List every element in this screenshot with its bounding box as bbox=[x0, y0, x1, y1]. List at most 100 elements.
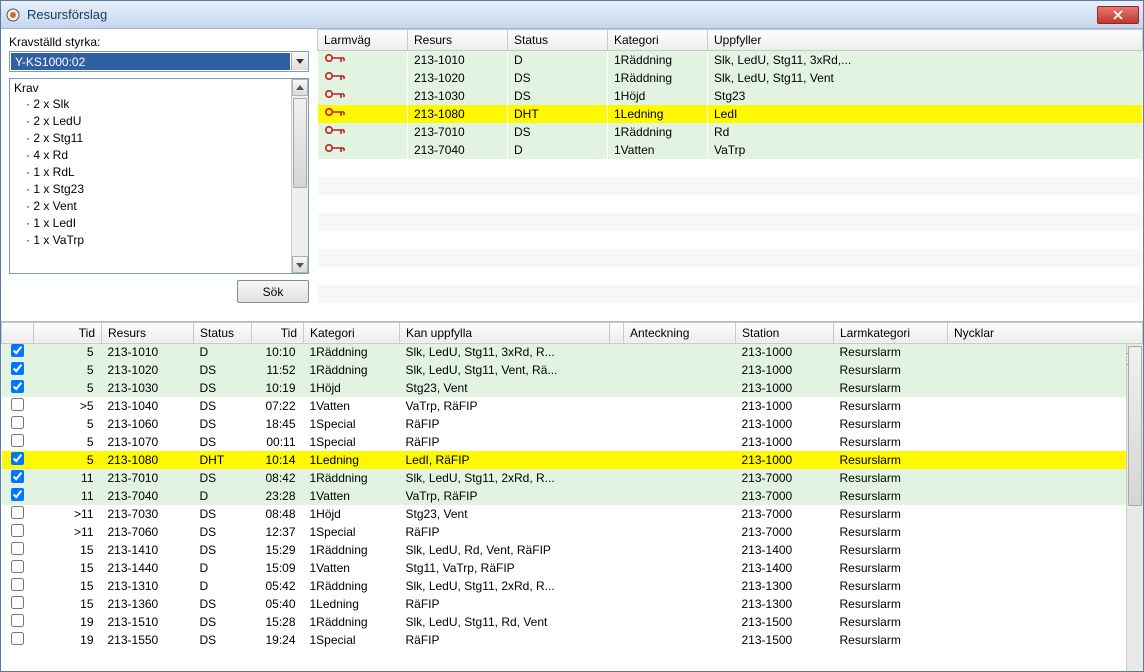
krav-item[interactable]: · 1 x RdL bbox=[14, 164, 287, 181]
column-header[interactable]: Tid bbox=[252, 322, 304, 343]
table-row[interactable]: 5213-1080DHT10:141LedningLedI, RäFIP213-… bbox=[2, 451, 1143, 469]
cell: DS bbox=[194, 595, 252, 613]
row-checkbox[interactable] bbox=[11, 344, 24, 357]
combo-dropdown-button[interactable] bbox=[291, 53, 308, 70]
krav-item[interactable]: · 2 x Stg11 bbox=[14, 130, 287, 147]
cell: Resurslarm bbox=[834, 613, 948, 631]
krav-item[interactable]: · 4 x Rd bbox=[14, 147, 287, 164]
krav-listbox[interactable]: Krav · 2 x Slk· 2 x LedU· 2 x Stg11· 4 x… bbox=[9, 78, 309, 274]
table-row[interactable]: >11213-7060DS12:371SpecialRäFIP213-7000R… bbox=[2, 523, 1143, 541]
row-checkbox[interactable] bbox=[11, 632, 24, 645]
column-header[interactable]: Kategori bbox=[608, 30, 708, 51]
table-row[interactable]: 213-7040D1VattenVaTrp bbox=[318, 141, 1143, 159]
scroll-thumb[interactable] bbox=[1128, 346, 1142, 506]
row-checkbox[interactable] bbox=[11, 398, 24, 411]
column-header[interactable]: Anteckning bbox=[624, 322, 736, 343]
cell bbox=[624, 343, 736, 361]
column-header[interactable]: Station bbox=[736, 322, 834, 343]
cell: 213-1060 bbox=[102, 415, 194, 433]
table-row[interactable]: 213-1080DHT1LedningLedI bbox=[318, 105, 1143, 123]
scroll-thumb[interactable] bbox=[293, 98, 307, 188]
cell bbox=[610, 415, 624, 433]
row-checkbox[interactable] bbox=[11, 434, 24, 447]
cell: Resurslarm bbox=[834, 523, 948, 541]
cell: Resurslarm bbox=[834, 361, 948, 379]
cell: 15:29 bbox=[252, 541, 304, 559]
row-checkbox[interactable] bbox=[11, 470, 24, 483]
table-row[interactable]: 213-1020DS1RäddningSlk, LedU, Stg11, Ven… bbox=[318, 69, 1143, 87]
row-checkbox[interactable] bbox=[11, 596, 24, 609]
column-header[interactable]: Larmkategori bbox=[834, 322, 948, 343]
table-row[interactable]: 19213-1510DS15:281RäddningSlk, LedU, Stg… bbox=[2, 613, 1143, 631]
column-header[interactable]: Resurs bbox=[102, 322, 194, 343]
table-row[interactable]: 15213-1360DS05:401LedningRäFIP213-1300Re… bbox=[2, 595, 1143, 613]
row-checkbox[interactable] bbox=[11, 578, 24, 591]
table-row[interactable]: >5213-1040DS07:221VattenVaTrp, RäFIP213-… bbox=[2, 397, 1143, 415]
krav-item[interactable]: · 2 x Vent bbox=[14, 198, 287, 215]
cell bbox=[624, 415, 736, 433]
table-row[interactable]: 213-1010D1RäddningSlk, LedU, Stg11, 3xRd… bbox=[318, 51, 1143, 69]
table-row[interactable]: 5213-1060DS18:451SpecialRäFIP213-1000Res… bbox=[2, 415, 1143, 433]
column-header[interactable]: Kategori bbox=[304, 322, 400, 343]
sok-button[interactable]: Sök bbox=[237, 280, 309, 303]
kravstyrka-input[interactable] bbox=[11, 53, 290, 70]
column-header[interactable]: Larmväg bbox=[318, 30, 408, 51]
krav-scrollbar[interactable] bbox=[291, 79, 308, 273]
bottom-table[interactable]: TidResursStatusTidKategoriKan uppfyllaAn… bbox=[1, 322, 1143, 650]
cell bbox=[610, 505, 624, 523]
table-row[interactable]: 213-7010DS1RäddningRd bbox=[318, 123, 1143, 141]
cell: 1Räddning bbox=[304, 343, 400, 361]
row-checkbox[interactable] bbox=[11, 416, 24, 429]
table-row[interactable]: 15213-1410DS15:291RäddningSlk, LedU, Rd,… bbox=[2, 541, 1143, 559]
krav-item[interactable]: · 1 x Stg23 bbox=[14, 181, 287, 198]
kravstyrka-combo[interactable] bbox=[9, 51, 309, 72]
bottom-scrollbar[interactable] bbox=[1126, 344, 1143, 672]
row-checkbox[interactable] bbox=[11, 488, 24, 501]
cell bbox=[610, 577, 624, 595]
table-row[interactable]: >11213-7030DS08:481HöjdStg23, Vent213-70… bbox=[2, 505, 1143, 523]
column-header[interactable] bbox=[610, 322, 624, 343]
column-header[interactable]: Status bbox=[194, 322, 252, 343]
cell bbox=[624, 451, 736, 469]
table-row[interactable]: 5213-1030DS10:191HöjdStg23, Vent213-1000… bbox=[2, 379, 1143, 397]
table-row[interactable]: 213-1030DS1HöjdStg23 bbox=[318, 87, 1143, 105]
cell: >11 bbox=[34, 523, 102, 541]
krav-item[interactable]: · 2 x LedU bbox=[14, 113, 287, 130]
cell: 213-1080 bbox=[408, 105, 508, 123]
krav-item[interactable]: · 1 x LedI bbox=[14, 215, 287, 232]
table-row[interactable]: 5213-1020DS11:521RäddningSlk, LedU, Stg1… bbox=[2, 361, 1143, 379]
table-row[interactable]: 15213-1310D05:421RäddningSlk, LedU, Stg1… bbox=[2, 577, 1143, 595]
table-row[interactable]: 5213-1070DS00:111SpecialRäFIP213-1000Res… bbox=[2, 433, 1143, 451]
column-header[interactable]: Resurs bbox=[408, 30, 508, 51]
row-checkbox[interactable] bbox=[11, 614, 24, 627]
row-checkbox[interactable] bbox=[11, 560, 24, 573]
cell: VaTrp, RäFIP bbox=[400, 487, 610, 505]
table-row[interactable]: 19213-1550DS19:241SpecialRäFIP213-1500Re… bbox=[2, 631, 1143, 649]
column-header[interactable]: Nycklar bbox=[948, 322, 1143, 343]
column-header[interactable]: Uppfyller bbox=[708, 30, 1143, 51]
table-row[interactable]: 11213-7010DS08:421RäddningSlk, LedU, Stg… bbox=[2, 469, 1143, 487]
row-checkbox[interactable] bbox=[11, 542, 24, 555]
cell: 213-1000 bbox=[736, 415, 834, 433]
scroll-down-button[interactable] bbox=[292, 256, 308, 273]
scroll-up-button[interactable] bbox=[292, 79, 308, 96]
scroll-track[interactable] bbox=[292, 96, 308, 256]
cell: 1Vatten bbox=[304, 397, 400, 415]
column-header[interactable]: Status bbox=[508, 30, 608, 51]
krav-item[interactable]: · 2 x Slk bbox=[14, 96, 287, 113]
row-checkbox[interactable] bbox=[11, 362, 24, 375]
table-row[interactable]: 11213-7040D23:281VattenVaTrp, RäFIP213-7… bbox=[2, 487, 1143, 505]
row-checkbox[interactable] bbox=[11, 506, 24, 519]
column-header[interactable]: Tid bbox=[34, 322, 102, 343]
top-table[interactable]: LarmvägResursStatusKategoriUppfyller 213… bbox=[317, 29, 1143, 321]
krav-item[interactable]: · 1 x VaTrp bbox=[14, 232, 287, 249]
column-header[interactable] bbox=[2, 322, 34, 343]
close-button[interactable] bbox=[1097, 6, 1139, 24]
row-checkbox[interactable] bbox=[11, 380, 24, 393]
table-row[interactable]: 5213-1010D10:101RäddningSlk, LedU, Stg11… bbox=[2, 343, 1143, 361]
row-checkbox[interactable] bbox=[11, 524, 24, 537]
row-checkbox[interactable] bbox=[11, 452, 24, 465]
cell: 213-7000 bbox=[736, 523, 834, 541]
column-header[interactable]: Kan uppfylla bbox=[400, 322, 610, 343]
table-row[interactable]: 15213-1440D15:091VattenStg11, VaTrp, RäF… bbox=[2, 559, 1143, 577]
